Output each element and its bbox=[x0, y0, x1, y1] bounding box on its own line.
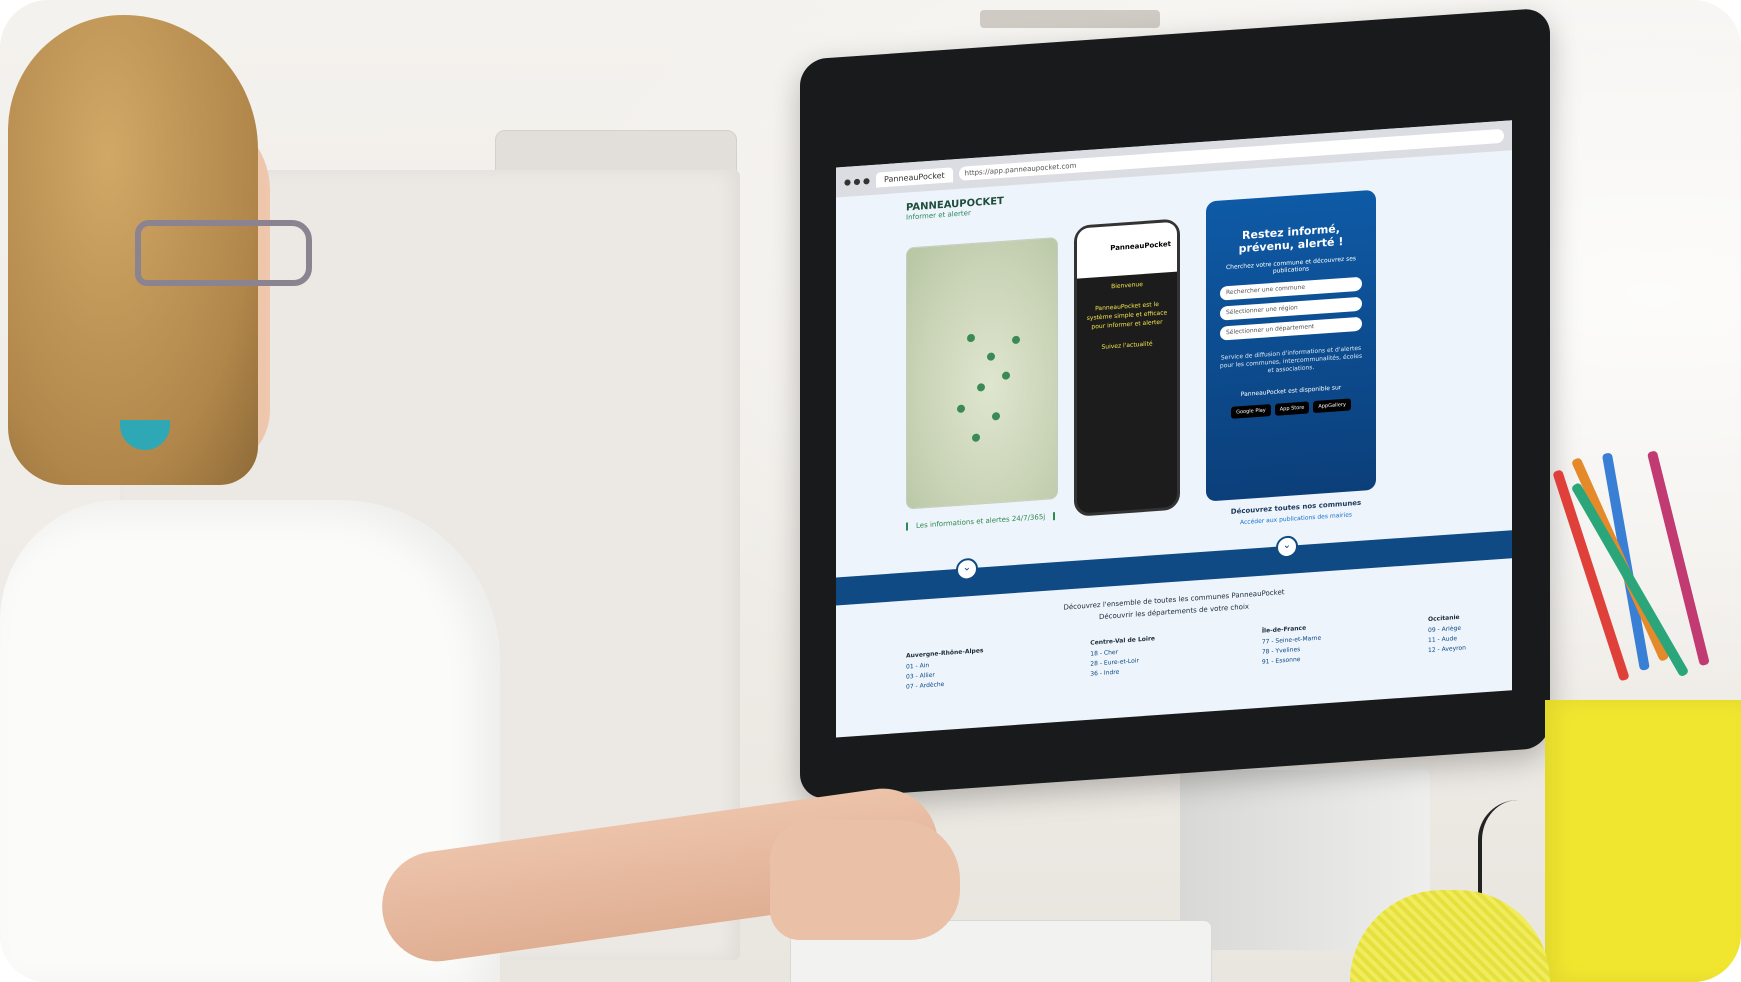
woman bbox=[0, 0, 1212, 982]
region-title: Île-de-France bbox=[1261, 624, 1307, 635]
store-label: PanneauPocket est disponible sur bbox=[1240, 384, 1342, 399]
department-link[interactable]: 78 - Yvelines bbox=[1262, 645, 1321, 656]
appgallery-badge[interactable]: AppGallery bbox=[1313, 398, 1351, 414]
map-marker[interactable] bbox=[1002, 371, 1010, 380]
commune-select[interactable]: Rechercher une commune bbox=[1220, 276, 1362, 301]
phone-mockup: PanneauPocket Bienvenue PanneauPocket es… bbox=[1074, 218, 1180, 517]
region-title: Occitanie bbox=[1428, 613, 1460, 624]
app-store-badge[interactable]: App Store bbox=[1274, 401, 1310, 416]
wall-shelf bbox=[980, 10, 1160, 28]
region-select[interactable]: Sélectionner une région bbox=[1220, 296, 1362, 321]
region-title: Centre-Val de Loire bbox=[1090, 635, 1155, 647]
department-link[interactable]: 12 - Aveyron bbox=[1428, 644, 1466, 654]
department-link[interactable]: 11 - Aude bbox=[1428, 634, 1466, 644]
department-link[interactable]: 09 - Ariège bbox=[1428, 624, 1466, 634]
panel-title: Restez informé, prévenu, alerté ! bbox=[1238, 222, 1344, 256]
region-column: Île-de-France 77 - Seine-et-Marne 78 - Y… bbox=[1262, 624, 1321, 669]
department-link[interactable]: 77 - Seine-et-Marne bbox=[1262, 635, 1321, 646]
photo-scene: ● ● ● PanneauPocket https://app.panneaup… bbox=[0, 0, 1741, 982]
panel-subtitle: Cherchez votre commune et découvrez ses … bbox=[1225, 255, 1357, 275]
store-badges: Google Play App Store AppGallery bbox=[1206, 397, 1376, 421]
department-link[interactable]: 36 - Indre bbox=[1090, 666, 1155, 678]
glasses bbox=[135, 220, 312, 286]
hand-on-keyboard bbox=[770, 820, 960, 940]
department-link[interactable]: 91 - Essonne bbox=[1262, 655, 1321, 666]
panel-description: Service de diffusion d'informations et d… bbox=[1219, 344, 1363, 375]
phone-header: PanneauPocket bbox=[1077, 221, 1177, 279]
region-column: Centre-Val de Loire 18 - Cher 28 - Eure-… bbox=[1090, 635, 1155, 681]
region-column: Occitanie 09 - Ariège 11 - Aude 12 - Ave… bbox=[1428, 613, 1466, 657]
map-marker[interactable] bbox=[1012, 335, 1020, 345]
google-play-badge[interactable]: Google Play bbox=[1231, 404, 1271, 419]
yellow-pencil-holder bbox=[1545, 700, 1741, 982]
department-select[interactable]: Sélectionner un département bbox=[1220, 316, 1362, 341]
colored-pencils bbox=[1552, 440, 1741, 700]
search-panel: Restez informé, prévenu, alerté ! Cherch… bbox=[1206, 189, 1376, 502]
